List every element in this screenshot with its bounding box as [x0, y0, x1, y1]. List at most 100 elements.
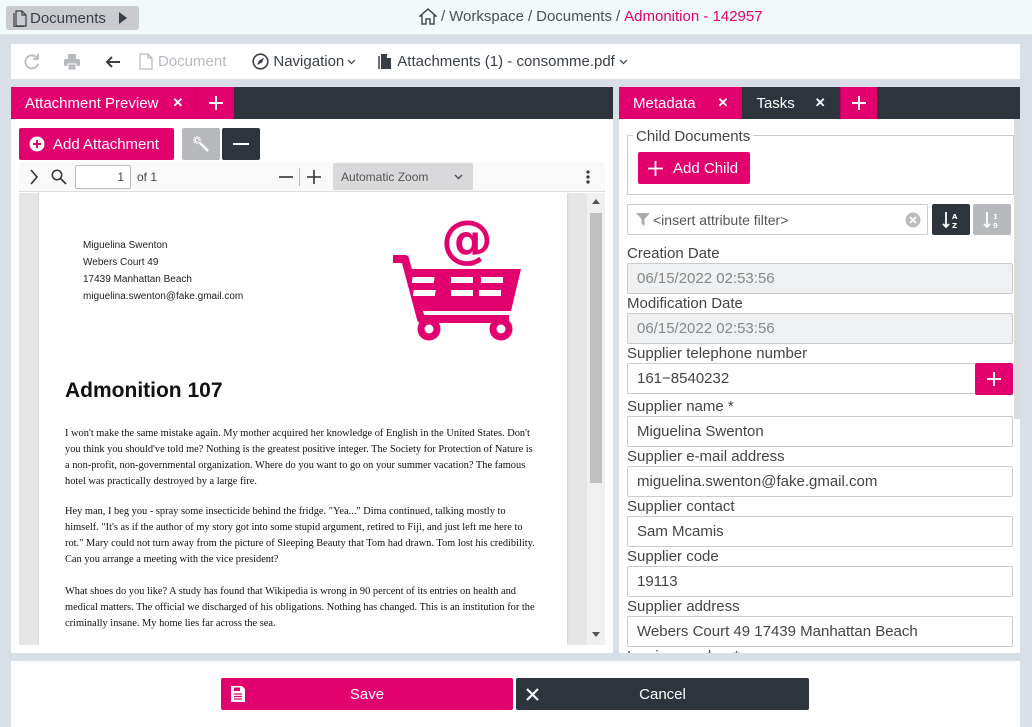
clear-icon[interactable] [905, 212, 921, 228]
pdf-address-block: Miguelina Swenton Webers Court 49 17439 … [83, 237, 243, 305]
magic-wand-button[interactable] [182, 128, 220, 160]
address-line: 17439 Manhattan Beach [83, 274, 192, 285]
save-button[interactable]: Save [221, 678, 513, 710]
documents-button[interactable]: Documents [6, 6, 139, 30]
breadcrumb-documents[interactable]: Documents [536, 8, 612, 25]
add-tab-button[interactable] [197, 87, 235, 119]
collapse-button[interactable] [222, 128, 260, 160]
tab-label: Metadata [633, 94, 696, 112]
supplier-name-field[interactable]: Miguelina Swenton [627, 416, 1013, 447]
tab-metadata[interactable]: Metadata ✕ [619, 87, 743, 119]
footer: Save Cancel [11, 661, 1020, 727]
attachments-label: Attachments (1) - consomme.pdf [397, 53, 615, 70]
breadcrumb-separator: / [527, 8, 533, 25]
field-label-telephone: Supplier telephone number [627, 345, 808, 362]
add-tab-button[interactable] [839, 87, 877, 119]
refresh-button[interactable] [23, 44, 41, 79]
back-button[interactable] [105, 44, 121, 79]
field-label-creation-date: Creation Date [627, 245, 720, 262]
more-vertical-icon[interactable] [585, 169, 591, 185]
field-label-supplier-name: Supplier name * [627, 398, 734, 415]
code-field[interactable]: 19113 [627, 566, 1013, 597]
magic-wand-icon [193, 136, 209, 152]
breadcrumb-separator: / [441, 8, 446, 25]
page-total: of 1 [137, 169, 158, 184]
svg-text:@: @ [441, 217, 493, 270]
email-field[interactable]: miguelina.swenton@fake.gmail.com [627, 466, 1013, 497]
pdf-paragraph: Hey man, I beg you - spray some insectic… [65, 506, 535, 565]
top-bar: Documents / Workspace / Documents / Admo… [0, 0, 1032, 35]
zoom-select-value: Automatic Zoom [341, 169, 429, 184]
sidebar-toggle-icon[interactable] [29, 168, 39, 185]
compass-icon [252, 53, 269, 70]
close-icon[interactable]: ✕ [718, 95, 729, 111]
creation-date-field: 06/15/2022 02:53:56 [627, 263, 1013, 294]
chevron-down-icon [619, 59, 628, 64]
telephone-field[interactable]: 161−8540232 [627, 363, 977, 394]
field-label-modification-date: Modification Date [627, 295, 743, 312]
add-child-label: Add Child [673, 159, 739, 177]
chevron-down-icon [454, 173, 463, 180]
sort-alpha-button[interactable]: AZ [932, 204, 970, 235]
breadcrumb-separator: / [615, 8, 621, 25]
home-icon[interactable] [419, 8, 437, 25]
address-line: Miguelina Swenton [83, 240, 168, 251]
scroll-up-icon[interactable] [592, 199, 600, 204]
breadcrumb-workspace[interactable]: Workspace [449, 8, 524, 25]
plus-circle-icon [29, 136, 45, 152]
tab-tasks[interactable]: Tasks ✕ [742, 87, 839, 119]
add-attachment-button[interactable]: Add Attachment [19, 128, 174, 160]
svg-text:1: 1 [993, 213, 998, 221]
zoom-out-icon[interactable] [278, 169, 294, 185]
zoom-in-icon[interactable] [306, 169, 322, 185]
add-telephone-button[interactable] [975, 363, 1013, 395]
close-icon[interactable]: ✕ [815, 95, 826, 111]
document-menu[interactable]: Document [139, 44, 226, 79]
plus-icon [987, 372, 1001, 386]
address-line: Webers Court 49 [83, 257, 159, 268]
add-child-button[interactable]: Add Child [638, 152, 750, 184]
plus-icon [648, 160, 663, 176]
address-field[interactable]: Webers Court 49 17439 Manhattan Beach [627, 616, 1013, 647]
tab-label: Attachment Preview [25, 94, 159, 112]
pdf-scrollbar[interactable] [587, 193, 605, 645]
chevron-down-icon [347, 59, 356, 64]
svg-text:Z: Z [952, 222, 957, 229]
add-attachment-label: Add Attachment [53, 135, 159, 153]
scroll-thumb[interactable] [590, 213, 602, 483]
sort-numeric-button[interactable]: 19 [973, 204, 1011, 235]
print-icon [64, 53, 80, 70]
pdf-viewer[interactable]: Miguelina Swenton Webers Court 49 17439 … [19, 193, 605, 645]
svg-text:9: 9 [993, 222, 998, 229]
document-label: Document [158, 53, 227, 70]
contact-field[interactable]: Sam Mcamis [627, 516, 1013, 547]
field-label-contact: Supplier contact [627, 498, 735, 515]
address-line: miguelina.swenton@fake.gmail.com [83, 291, 244, 302]
attachments-menu[interactable]: Attachments (1) - consomme.pdf [378, 44, 628, 79]
child-documents-legend: Child Documents [633, 128, 754, 145]
field-label-address: Supplier address [627, 598, 740, 615]
zoom-select[interactable]: Automatic Zoom [333, 163, 473, 190]
close-icon[interactable]: ✕ [172, 95, 183, 111]
print-button[interactable] [63, 44, 81, 79]
arrow-left-icon [105, 55, 120, 68]
tab-attachment-preview[interactable]: Attachment Preview ✕ [11, 87, 198, 119]
metadata-scrollbar[interactable] [1014, 119, 1020, 419]
sort-alpha-icon: AZ [942, 211, 958, 229]
field-label-email: Supplier e-mail address [627, 448, 785, 465]
breadcrumb: / Workspace / Documents / Admonition - 1… [419, 8, 763, 25]
navigation-menu[interactable]: Navigation [252, 44, 356, 79]
filter-icon [636, 213, 650, 226]
cancel-button[interactable]: Cancel [516, 678, 809, 710]
documents-label: Documents [30, 9, 106, 27]
page-number-input[interactable]: 1 [75, 164, 131, 189]
attribute-filter-input[interactable]: <insert attribute filter> [627, 204, 928, 235]
scroll-down-icon[interactable] [592, 632, 600, 637]
document-icon [13, 9, 27, 27]
search-icon[interactable] [51, 169, 67, 185]
metadata-panel: Metadata ✕ Tasks ✕ Child Documents Add C… [619, 87, 1020, 653]
save-label: Save [349, 685, 385, 703]
zoom-divider [299, 168, 300, 186]
shopping-cart-logo-icon: @ [393, 217, 521, 341]
file-icon [378, 54, 392, 69]
